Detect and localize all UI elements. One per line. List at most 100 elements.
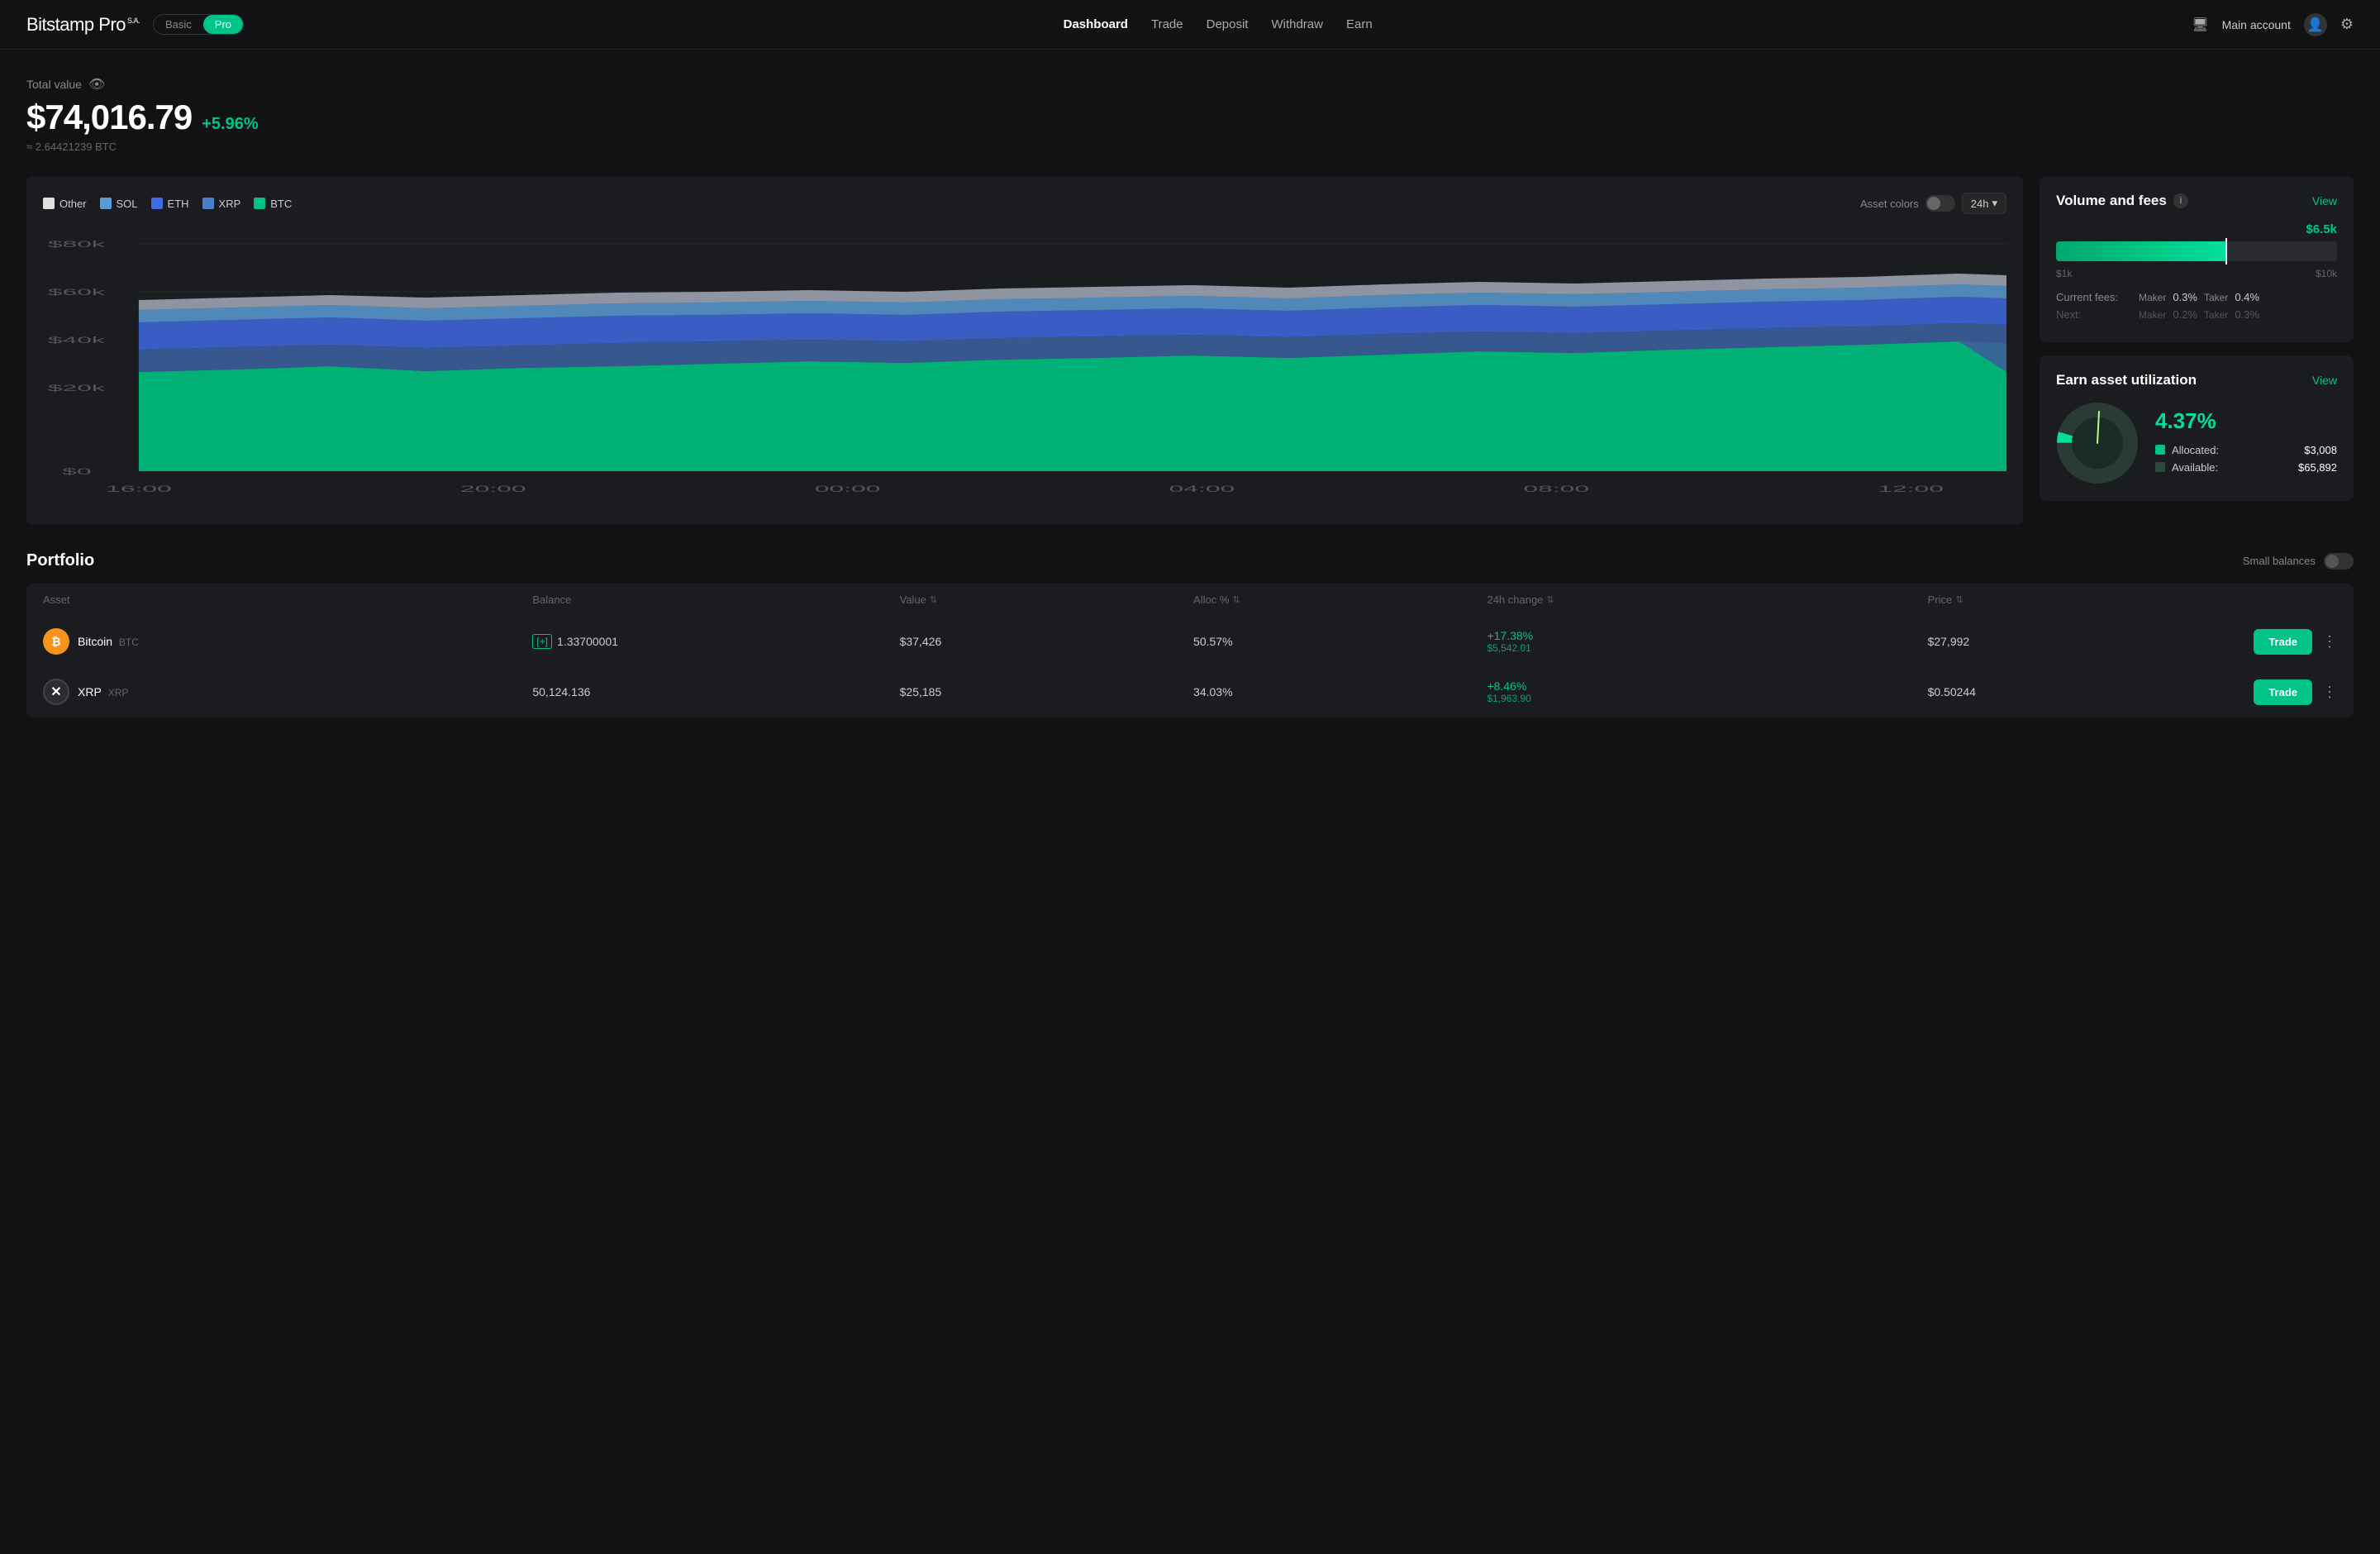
sort-icon-alloc[interactable]: ⇅ [1232,594,1240,605]
main-account[interactable]: Main account [2222,18,2291,31]
settings-icon[interactable]: ⚙ [2340,16,2354,33]
legend-dot-other [43,198,55,209]
chevron-down-icon: ▾ [1992,197,1997,210]
change-cell-xrp: +8.46% $1,963.90 [1487,679,1927,704]
earn-view-link[interactable]: View [2312,374,2337,387]
chart-time-controls: Asset colors 24h ▾ [1860,193,2006,214]
alloc-xrp: 34.03% [1193,685,1487,698]
next-fees-values: Maker 0.2% Taker 0.3% [2139,308,2259,321]
asset-cell-xrp: ✕ XRP XRP [43,679,532,705]
logo-area: Bitstamp ProS.A. Basic Pro [26,14,244,36]
time-selector[interactable]: 24h ▾ [1962,193,2006,214]
logo-text: Bitstamp ProS.A. [26,14,140,36]
progress-bar-container [2056,241,2337,261]
plus-button-btc[interactable]: [+] [532,634,552,649]
total-btc-value: ≈ 2.64421239 BTC [26,141,2354,153]
action-cell-xrp: Trade ⋮ [2221,679,2337,705]
next-fees-row: Next: Maker 0.2% Taker 0.3% [2056,308,2337,321]
next-maker-label: Maker [2139,309,2166,321]
table-row: ✕ XRP XRP 50,124.136 $25,185 34.03% +8.4… [26,667,2354,717]
svg-text:$60k: $60k [48,287,105,297]
earn-chart-area: 4.37% Allocated: $3,008 Available: $65,8… [2056,402,2337,484]
th-change: 24h change ⇅ [1487,593,1927,606]
asset-icon-btc: ₿ [43,628,69,655]
avatar[interactable]: 👤 [2304,13,2327,36]
th-value: Value ⇅ [900,593,1193,606]
plan-basic-button[interactable]: Basic [154,15,203,34]
balance-val-xrp: 50,124.136 [532,685,590,698]
total-value-label: Total value 👁 [26,76,2354,93]
trade-button-btc[interactable]: Trade [2254,629,2312,655]
more-button-xrp[interactable]: ⋮ [2322,684,2337,701]
value-btc: $37,426 [900,635,1193,648]
progress-marker [2225,238,2227,265]
legend-label-other: Other [60,198,87,210]
legend-dot-eth [151,198,163,209]
change-pct-btc: +17.38% [1487,629,1927,642]
portfolio-table: Asset Balance Value ⇅ Alloc % ⇅ 24h chan… [26,584,2354,717]
content-grid: Other SOL ETH XRP [26,176,2354,525]
svg-text:$80k: $80k [48,239,105,249]
trade-button-xrp[interactable]: Trade [2254,679,2312,705]
earn-available-dot [2155,462,2165,472]
progress-range: $1k $10k [2056,268,2337,279]
right-panel: Volume and fees i View $6.5k $1k $10k [2040,176,2354,525]
header-right: 🖥 Main account 👤 ⚙ [2192,13,2354,36]
legend-eth: ETH [151,198,189,210]
small-balances-toggle-area: Small balances [2243,553,2354,570]
th-alloc: Alloc % ⇅ [1193,593,1487,606]
nav-dashboard[interactable]: Dashboard [1064,17,1128,31]
taker-label: Taker [2204,292,2228,303]
total-usd-value: $74,016.79 [26,98,192,137]
sort-icon-change[interactable]: ⇅ [1546,594,1554,605]
range-min: $1k [2056,268,2072,279]
volume-fees-card: Volume and fees i View $6.5k $1k $10k [2040,176,2354,342]
eye-icon[interactable]: 👁 [88,76,105,93]
earn-title: Earn asset utilization [2056,372,2197,388]
asset-name-area: Bitcoin BTC [78,635,139,648]
legend-label-sol: SOL [117,198,138,210]
price-btc: $27,992 [1928,635,2221,648]
earn-card: Earn asset utilization View [2040,355,2354,501]
more-button-btc[interactable]: ⋮ [2322,633,2337,651]
change-cell-btc: +17.38% $5,542.01 [1487,629,1927,654]
volume-fees-header: Volume and fees i View [2056,193,2337,209]
small-balances-toggle[interactable] [2324,553,2354,570]
asset-name-area-xrp: XRP XRP [78,685,128,698]
action-cell-btc: Trade ⋮ [2221,629,2337,655]
plan-pro-button[interactable]: Pro [203,15,243,34]
th-price-label: Price [1928,593,1953,606]
legend-xrp: XRP [202,198,241,210]
legend-label-xrp: XRP [219,198,241,210]
table-header: Asset Balance Value ⇅ Alloc % ⇅ 24h chan… [26,584,2354,617]
asset-cell-btc: ₿ Bitcoin BTC [43,628,532,655]
nav-withdraw[interactable]: Withdraw [1271,17,1323,31]
balance-cell-btc: [+] 1.33700001 [532,634,899,649]
plan-toggle[interactable]: Basic Pro [153,14,244,35]
nav-trade[interactable]: Trade [1151,17,1183,31]
asset-colors-toggle[interactable] [1925,195,1955,212]
volume-fees-view-link[interactable]: View [2312,194,2337,207]
value-xrp: $25,185 [900,685,1193,698]
th-actions [2221,593,2337,606]
change-pct-xrp: +8.46% [1487,679,1927,693]
earn-allocated-item: Allocated: $3,008 [2155,444,2337,456]
legend-btc: BTC [254,198,292,210]
sort-icon-price[interactable]: ⇅ [1955,594,1963,605]
main-nav: Dashboard Trade Deposit Withdraw Earn [1064,17,1373,31]
nav-deposit[interactable]: Deposit [1207,17,1249,31]
current-fees-values: Maker 0.3% Taker 0.4% [2139,291,2259,303]
portfolio-header: Portfolio Small balances [26,551,2354,570]
th-price: Price ⇅ [1928,593,2221,606]
maker-val: 0.3% [2173,291,2197,303]
svg-text:20:00: 20:00 [460,484,526,493]
donut-svg [2056,402,2139,484]
sort-icon-value[interactable]: ⇅ [930,594,937,605]
earn-available-label: Available: [2172,461,2218,474]
svg-text:12:00: 12:00 [1878,484,1944,493]
nav-earn[interactable]: Earn [1346,17,1373,31]
next-label: Next: [2056,308,2139,321]
info-icon[interactable]: i [2173,193,2188,208]
svg-text:08:00: 08:00 [1523,484,1589,493]
volume-fees-title: Volume and fees i [2056,193,2188,209]
